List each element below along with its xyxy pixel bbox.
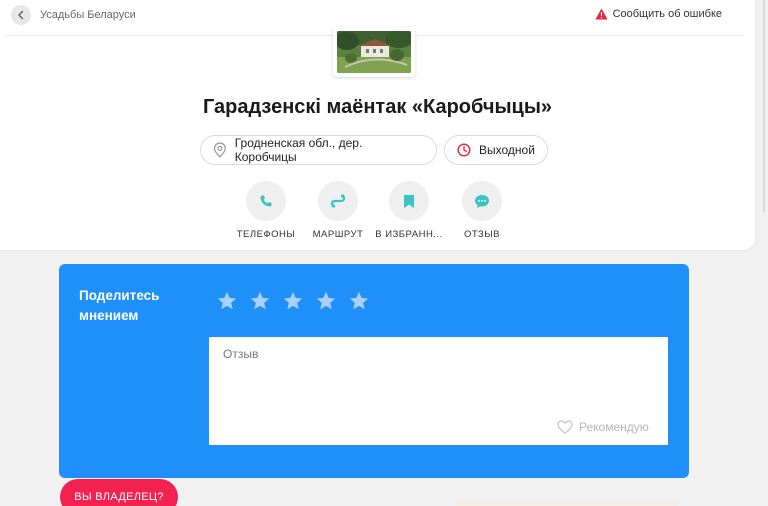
star-icon[interactable] bbox=[249, 290, 271, 312]
recommend-toggle[interactable]: Рекомендую bbox=[557, 420, 649, 434]
address-label: Гродненская обл., дер. Коробчицы bbox=[234, 136, 363, 164]
phones-action-circle bbox=[246, 181, 286, 221]
partial-content-strip bbox=[456, 501, 678, 506]
warning-icon bbox=[594, 8, 608, 20]
location-pin-icon bbox=[213, 142, 226, 158]
opening-status-chip[interactable]: Выходной bbox=[444, 135, 548, 165]
phones-action[interactable]: ТЕЛЕФОНЫ bbox=[228, 181, 304, 241]
back-button[interactable] bbox=[11, 5, 31, 25]
scrollbar[interactable] bbox=[763, 0, 765, 212]
star-icon[interactable] bbox=[282, 290, 304, 312]
route-action[interactable]: МАРШРУТ bbox=[300, 181, 376, 241]
route-action-label: МАРШРУТ bbox=[312, 229, 364, 240]
phones-action-label: ТЕЛЕФОНЫ bbox=[236, 229, 296, 240]
review-form-title: Поделитесь мнением bbox=[79, 288, 160, 323]
review-form: Поделитесь мнением Рекомендую bbox=[59, 264, 689, 478]
favorites-action-circle bbox=[389, 181, 429, 221]
place-photo[interactable] bbox=[333, 27, 415, 77]
status-label: Выходной bbox=[479, 143, 535, 157]
clock-icon bbox=[457, 143, 471, 157]
route-action-circle bbox=[318, 181, 358, 221]
star-icon[interactable] bbox=[216, 290, 238, 312]
place-header-card: Усадьбы Беларуси Сообщить об ошибке Гара… bbox=[0, 0, 755, 250]
review-action-circle bbox=[462, 181, 502, 221]
page: Усадьбы Беларуси Сообщить об ошибке Гара… bbox=[0, 0, 768, 506]
phone-icon bbox=[260, 195, 272, 207]
review-action[interactable]: ОТЗЫВ bbox=[444, 181, 520, 241]
page-title: Гарадзенскі маёнтак «Каробчыцы» bbox=[202, 96, 553, 118]
star-icon[interactable] bbox=[315, 290, 337, 312]
report-error-label: Сообщить об ошибке bbox=[612, 8, 722, 20]
bookmark-icon bbox=[404, 194, 414, 208]
chevron-left-icon bbox=[18, 10, 24, 20]
comment-icon bbox=[475, 194, 489, 208]
review-action-label: ОТЗЫВ bbox=[463, 229, 501, 240]
star-icon[interactable] bbox=[348, 290, 370, 312]
favorites-action-label: В ИЗБРАНН... bbox=[375, 229, 443, 240]
estate-photo-image bbox=[337, 31, 411, 73]
favorites-action[interactable]: В ИЗБРАНН... bbox=[371, 181, 447, 241]
address-chip[interactable]: Гродненская обл., дер. Коробчицы bbox=[200, 135, 437, 165]
route-icon bbox=[330, 194, 346, 208]
owner-button[interactable]: ВЫ ВЛАДЕЛЕЦ? bbox=[60, 479, 178, 506]
rating-stars[interactable] bbox=[216, 290, 370, 312]
recommend-label: Рекомендую bbox=[579, 420, 649, 434]
report-error-link[interactable]: Сообщить об ошибке bbox=[594, 8, 722, 20]
breadcrumb[interactable]: Усадьбы Беларуси bbox=[40, 9, 136, 21]
heart-icon bbox=[557, 420, 573, 434]
